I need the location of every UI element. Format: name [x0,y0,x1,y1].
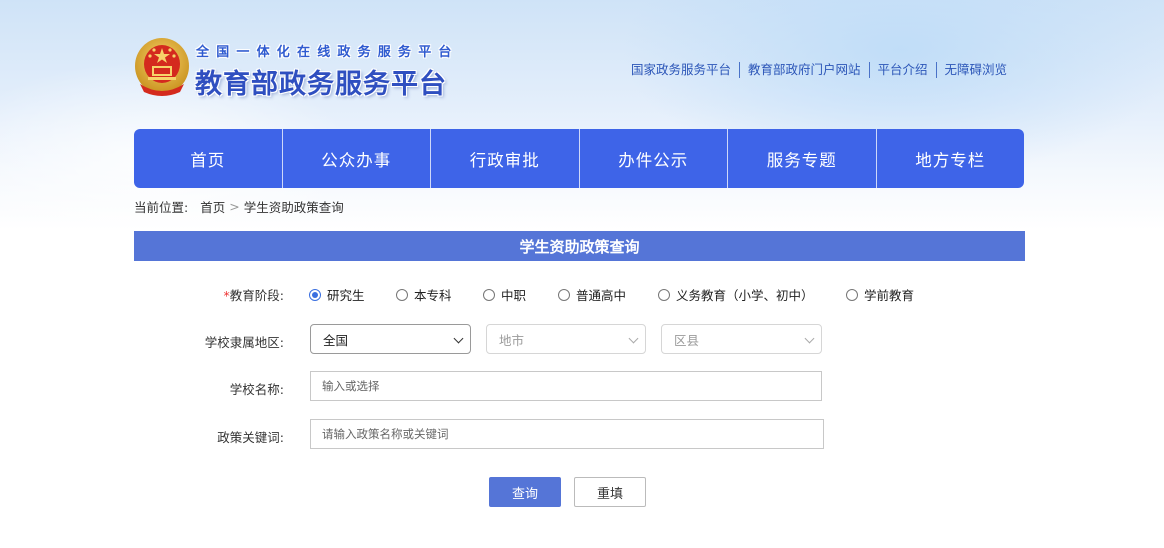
nav-case-publicity[interactable]: 办件公示 [578,129,728,188]
radio-checked-icon [309,288,321,301]
radio-compulsory[interactable]: 义务教育（小学、初中） [658,285,814,304]
reset-button[interactable]: 重填 [574,477,646,507]
province-select[interactable]: 全国 [310,324,471,354]
nav-home[interactable]: 首页 [134,129,282,188]
header-background [0,0,1164,230]
top-links: 国家政务服务平台 教育部政府门户网站 平台介绍 无障碍浏览 [620,61,1015,79]
radio-vocational[interactable]: 中职 [483,285,526,304]
city-select[interactable]: 地市 [486,324,646,354]
radio-unchecked-icon [396,288,408,301]
school-input[interactable]: 输入或选择 [310,371,822,401]
keyword-label: 政策关键词: [217,430,284,445]
radio-preschool[interactable]: 学前教育 [846,285,914,304]
link-platform-intro[interactable]: 平台介绍 [868,62,936,78]
search-button[interactable]: 查询 [489,477,561,507]
breadcrumb-label: 当前位置: [134,200,189,215]
site-subtitle: 全国一体化在线政务服务平台 [196,45,459,60]
chevron-down-icon [804,333,815,344]
breadcrumb-current: 学生资助政策查询 [243,200,344,215]
radio-graduate[interactable]: 研究生 [309,285,365,304]
school-label: 学校名称: [229,382,284,397]
radio-unchecked-icon [483,288,495,301]
main-nav: 首页 公众办事 行政审批 办件公示 服务专题 地方专栏 [134,129,1024,188]
radio-unchecked-icon [558,288,570,301]
nav-local-columns[interactable]: 地方专栏 [875,129,1025,188]
region-label: 学校隶属地区: [204,335,284,350]
section-title: 学生资助政策查询 [134,231,1025,261]
radio-unchecked-icon [658,288,670,301]
breadcrumb-home[interactable]: 首页 [200,197,225,216]
radio-undergraduate[interactable]: 本专科 [396,285,452,304]
chevron-down-icon [453,333,464,344]
keyword-input[interactable]: 请输入政策名称或关键词 [310,419,824,449]
breadcrumb: 当前位置: 首页 > 学生资助政策查询 [134,197,344,216]
radio-high-school[interactable]: 普通高中 [558,285,626,304]
stage-label: *教育阶段: [223,288,284,303]
chevron-down-icon [628,333,639,344]
nav-admin-approval[interactable]: 行政审批 [430,129,579,188]
link-national-platform[interactable]: 国家政务服务平台 [620,62,739,78]
nav-public-services[interactable]: 公众办事 [281,129,431,188]
nav-service-topics[interactable]: 服务专题 [727,129,876,188]
national-emblem-icon [134,36,190,98]
link-accessibility[interactable]: 无障碍浏览 [935,62,1016,78]
site-title: 教育部政务服务平台 [195,69,447,100]
breadcrumb-separator: > [229,199,240,214]
radio-unchecked-icon [846,288,858,301]
link-ministry-portal[interactable]: 教育部政府门户网站 [739,62,869,78]
county-select[interactable]: 区县 [661,324,822,354]
